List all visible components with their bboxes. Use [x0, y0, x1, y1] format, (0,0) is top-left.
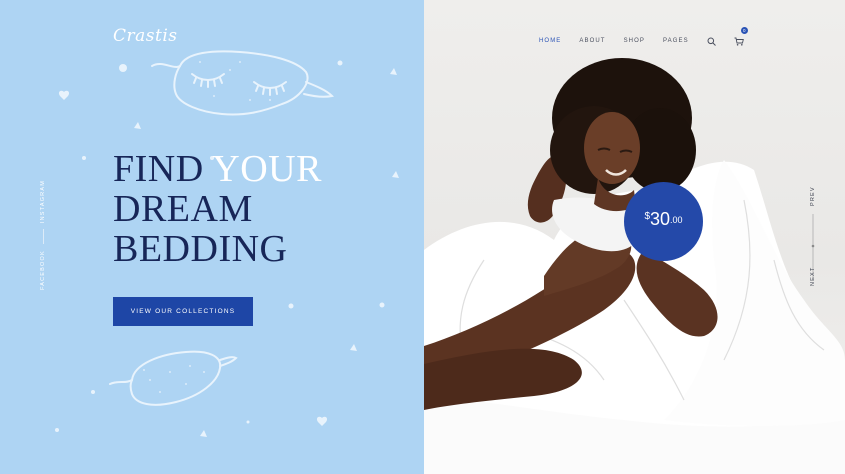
social-divider: [42, 229, 44, 245]
hero-left-panel: Crastis FIND YOUR DREAM BEDDING VIEW OUR…: [0, 0, 424, 474]
slider-prev-button[interactable]: PREV: [810, 186, 816, 206]
social-link-instagram[interactable]: INSTAGRAM: [40, 180, 46, 223]
hero-right-panel: HOME ABOUT SHOP PAGES 0 PREV NEXT $ 30 .…: [424, 0, 845, 474]
nav-item-home[interactable]: HOME: [539, 38, 561, 44]
nav-item-shop[interactable]: SHOP: [624, 38, 645, 44]
social-link-facebook[interactable]: FACEBOOK: [40, 250, 46, 290]
headline-line-2: DREAM: [113, 188, 253, 230]
headline-line-1: FIND YOUR: [113, 148, 322, 190]
hero-headline: FIND YOUR DREAM BEDDING: [113, 149, 322, 269]
slider-next-button[interactable]: NEXT: [810, 267, 816, 286]
sleep-mask-icon: [109, 350, 238, 406]
price-badge: $ 30 .00: [624, 182, 703, 261]
price-amount: 30: [650, 209, 671, 229]
cart-count-badge: 0: [740, 27, 748, 34]
search-icon[interactable]: [707, 31, 716, 50]
social-links: FACEBOOK INSTAGRAM: [40, 180, 46, 290]
cart-icon[interactable]: 0: [734, 27, 748, 50]
nav-item-pages[interactable]: PAGES: [663, 38, 689, 44]
price-cents: .00: [670, 215, 683, 225]
main-nav: HOME ABOUT SHOP PAGES 0: [539, 27, 748, 50]
slider-controls: PREV NEXT: [810, 186, 816, 288]
sleep-mask-icon: [151, 50, 335, 116]
headline-highlight: YOUR: [212, 148, 322, 190]
view-collections-button[interactable]: VIEW OUR COLLECTIONS: [113, 297, 253, 326]
brand-logo[interactable]: Crastis: [113, 26, 178, 46]
nav-item-about[interactable]: ABOUT: [579, 38, 605, 44]
headline-line-3: BEDDING: [113, 228, 288, 270]
